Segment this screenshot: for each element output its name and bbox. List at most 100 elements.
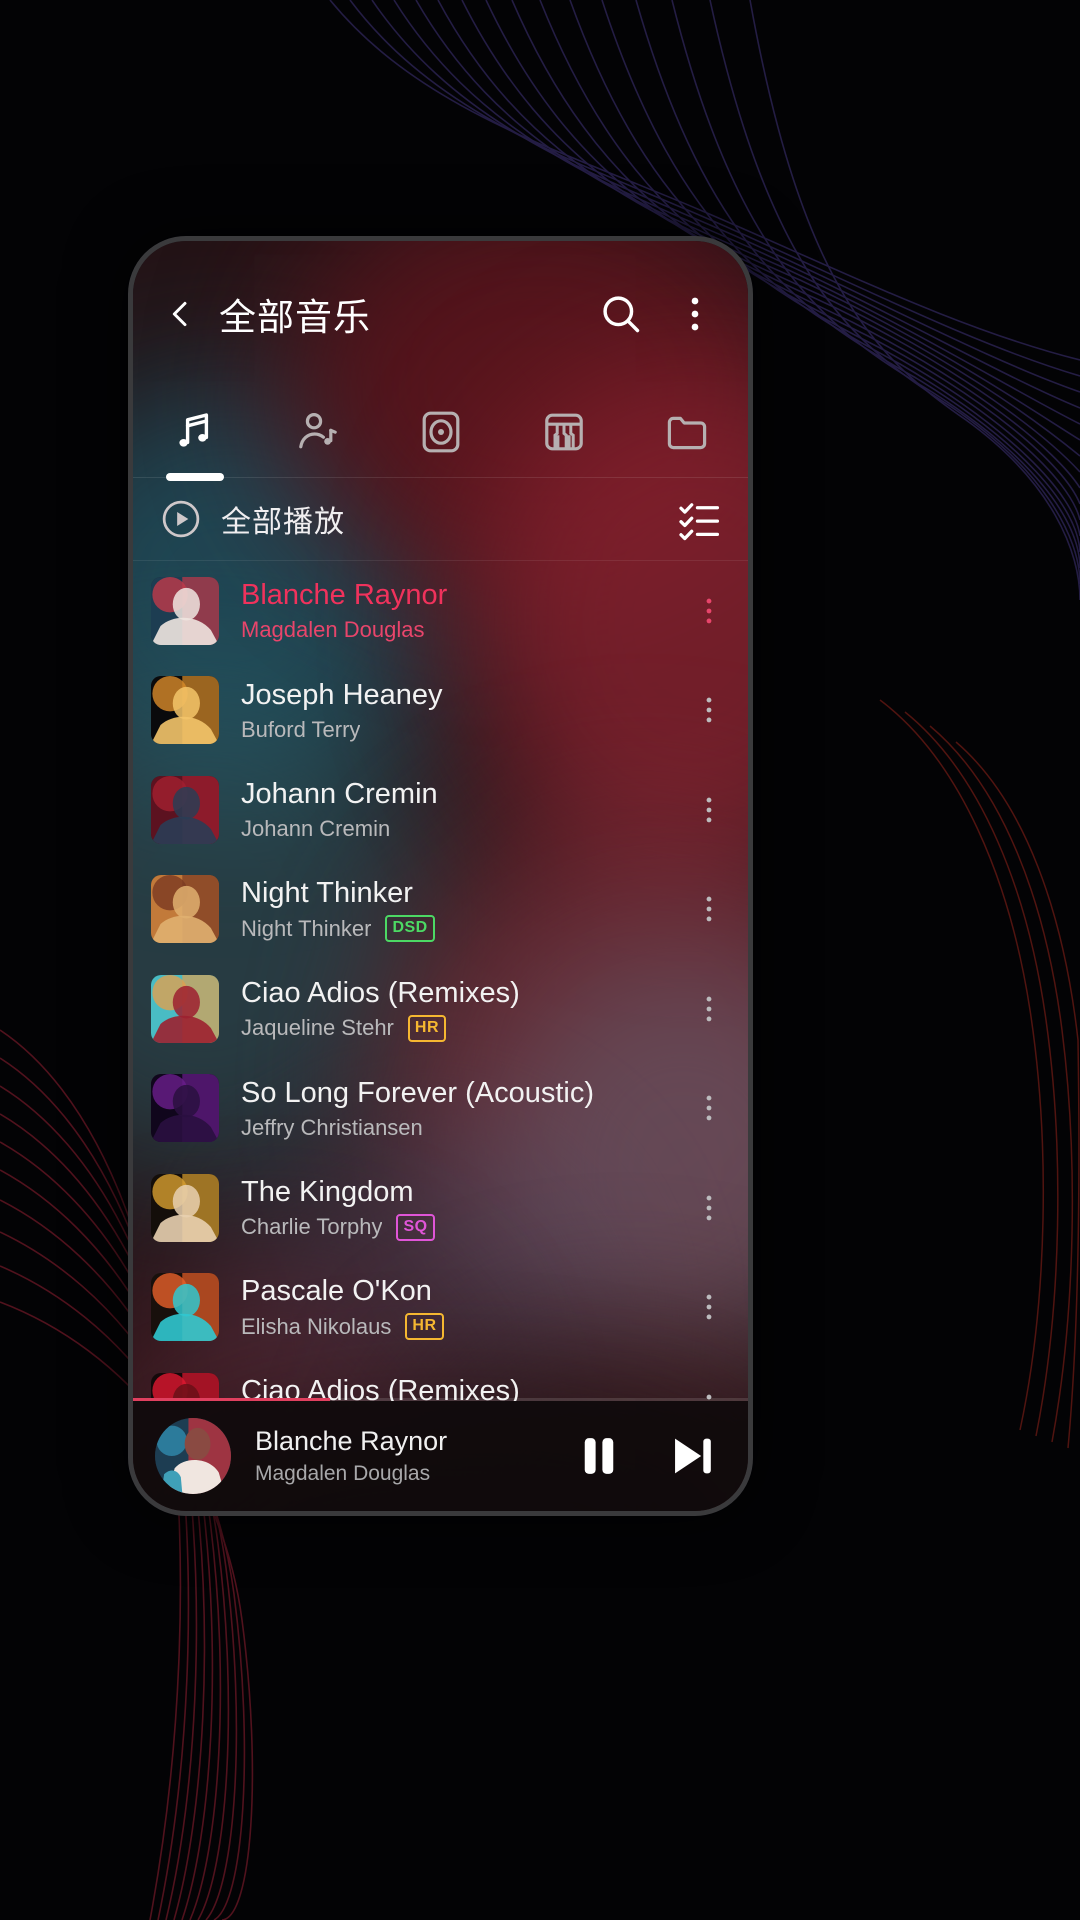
status-badge: DSD [385,915,435,943]
album-art-thumbnail [151,1273,219,1342]
album-art-image [151,775,219,844]
app-header: 全部音乐 [133,241,748,387]
album-art-thumbnail [151,676,219,745]
song-subtitle-row: Jaqueline Stehr HR [241,1014,692,1042]
song-options-button[interactable] [692,1186,736,1230]
album-art-thumbnail [151,1173,219,1242]
album-art-thumbnail [151,875,219,944]
play-all-label: 全部播放 [221,506,345,539]
song-subtitle-row: Magdalen Douglas [241,617,692,643]
album-art-image [151,875,219,944]
song-title: The Kingdom [241,1175,414,1208]
album-art-thumbnail [151,1074,219,1143]
song-text-block: Joseph Heaney Buford Terry [241,678,692,743]
folder-icon [667,416,706,450]
mini-player-text: Blanche Raynor Magdalen Douglas [255,1426,536,1486]
song-title: Blanche Raynor [241,579,448,612]
song-options-button[interactable] [692,788,736,832]
song-options-button[interactable] [692,688,736,732]
multi-select-button[interactable] [676,496,722,542]
more-vertical-icon [691,297,699,331]
song-artist: Magdalen Douglas [241,617,425,643]
song-text-block: Ciao Adios (Remixes) Jaqueline Stehr HR [241,976,692,1042]
more-vertical-icon [706,996,712,1022]
next-track-button[interactable] [628,1427,720,1485]
song-options-button[interactable] [692,987,736,1031]
table-row[interactable]: The Kingdom Charlie Torphy SQ [133,1158,748,1258]
playback-progress-fill [133,1398,330,1401]
tab-folders[interactable] [625,387,748,477]
phone-device-frame: 全部音乐 全部播放 Blanche Raynor Magdalen Dougla… [128,236,753,1516]
song-options-button[interactable] [692,589,736,633]
song-list[interactable]: Blanche Raynor Magdalen Douglas Joseph Hea… [133,561,748,1401]
piano-keys-icon [544,413,583,451]
song-subtitle-row: Charlie Torphy SQ [241,1213,692,1241]
song-options-button[interactable] [692,1285,736,1329]
status-badge: SQ [396,1213,435,1241]
tab-albums[interactable] [379,387,502,477]
play-all-button[interactable]: 全部播放 [159,497,345,541]
table-row[interactable]: So Long Forever (Acoustic) Jeffry Christi… [133,1059,748,1159]
tab-genres[interactable] [502,387,625,477]
table-row[interactable]: Ciao Adios (Remixes) Jaqueline Stehr HR [133,959,748,1059]
more-vertical-icon [706,1294,712,1320]
album-art-image [151,1273,219,1342]
tab-songs[interactable] [133,387,256,481]
music-note-icon [178,413,208,447]
search-button[interactable] [570,291,644,337]
song-title: Ciao Adios (Remixes) [241,1375,520,1401]
status-badge: HR [405,1313,444,1341]
album-art-thumbnail [151,775,219,844]
table-row[interactable]: Blanche Raynor Magdalen Douglas [133,561,748,661]
song-title: Joseph Heaney [241,678,443,711]
album-art-image [151,974,219,1043]
song-text-block: Night Thinker Night Thinker DSD [241,876,692,943]
more-options-button[interactable] [644,291,718,337]
song-title: Johann Cremin [241,778,438,811]
song-title: Pascale O'Kon [241,1275,432,1308]
play-circle-icon [162,500,200,538]
checklist-icon [679,503,720,541]
song-subtitle-row: Night Thinker DSD [241,915,692,943]
song-subtitle-row: Jeffry Christiansen [241,1115,692,1141]
song-artist: Jeffry Christiansen [241,1114,423,1140]
pause-button[interactable] [536,1427,628,1485]
tab-artists[interactable] [256,387,379,477]
song-text-block: Johann Cremin Johann Cremin [241,777,692,842]
play-all-row[interactable]: 全部播放 [133,478,748,560]
table-row[interactable]: Ciao Adios (Remixes)Willis Osinski [133,1357,748,1401]
mini-player-bar[interactable]: Blanche Raynor Magdalen Douglas [133,1401,748,1511]
album-art-image [151,676,219,745]
album-art-thumbnail [151,576,219,645]
more-vertical-icon [706,896,712,922]
category-tab-bar [133,387,748,481]
song-title: Ciao Adios (Remixes) [241,976,520,1009]
song-artist: Buford Terry [241,716,361,742]
song-artist: Charlie Torphy [241,1214,383,1240]
table-row[interactable]: Night Thinker Night Thinker DSD [133,860,748,960]
song-text-block: The Kingdom Charlie Torphy SQ [241,1175,692,1241]
back-button[interactable] [163,297,197,331]
song-text-block: Ciao Adios (Remixes)Willis Osinski [241,1374,692,1401]
mini-player-artist: Magdalen Douglas [255,1462,431,1485]
artist-icon [298,412,337,449]
song-text-block: So Long Forever (Acoustic) Jeffry Christi… [241,1076,692,1141]
song-options-button[interactable] [692,1086,736,1130]
song-options-button[interactable] [692,887,736,931]
table-row[interactable]: Pascale O'Kon Elisha Nikolaus HR [133,1258,748,1358]
song-title: So Long Forever (Acoustic) [241,1076,594,1109]
page-title: 全部音乐 [219,297,371,338]
playback-progress-bar[interactable] [133,1398,748,1401]
table-row[interactable]: Joseph Heaney Buford Terry [133,661,748,761]
song-artist: Jaqueline Stehr [241,1015,394,1041]
table-row[interactable]: Johann Cremin Johann Cremin [133,760,748,860]
mini-player-album-art[interactable] [155,1418,231,1494]
song-artist: Johann Cremin [241,816,391,842]
more-vertical-icon [706,598,712,624]
album-art-thumbnail [151,1372,219,1401]
more-vertical-icon [706,797,712,823]
album-art-thumbnail [151,974,219,1043]
phone-screen: 全部音乐 全部播放 Blanche Raynor Magdalen Dougla… [133,241,748,1511]
more-vertical-icon [706,1195,712,1221]
album-disc-icon [422,411,459,453]
